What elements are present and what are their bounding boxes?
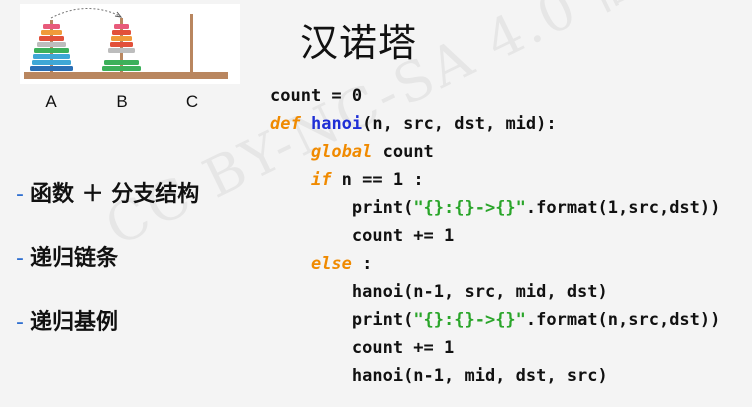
code-line: count += 1 <box>270 336 454 364</box>
code-text: hanoi(n-1, mid, dst, src) <box>351 366 608 386</box>
peg-a-disk <box>41 30 62 35</box>
code-line: print("{}:{}->{}".format(1,src,dst)) <box>270 196 720 224</box>
peg-b-disk <box>112 30 131 35</box>
code-text: hanoi(n-1, src, mid, dst) <box>351 282 608 302</box>
code-text: : <box>351 254 373 274</box>
bullet-dash: - <box>16 246 24 271</box>
bullet-dash: - <box>16 310 24 335</box>
keyword-global: global <box>310 142 373 162</box>
peg-a-disk <box>37 42 66 47</box>
keyword-else: else <box>310 254 352 274</box>
keyword-def: def <box>270 114 301 134</box>
code-line: if n == 1 : <box>270 168 424 196</box>
code-text: .format(1,src,dst)) <box>525 198 721 218</box>
code-text: count <box>372 142 434 162</box>
code-line: def hanoi(n, src, dst, mid): <box>270 112 557 140</box>
slide-title: 汉诺塔 <box>300 21 418 65</box>
code-line: count = 0 <box>270 84 362 112</box>
code-line: hanoi(n-1, mid, dst, src) <box>270 364 608 392</box>
function-name: hanoi <box>310 114 363 134</box>
code-text: n == 1 : <box>331 170 424 190</box>
peg-a-disk <box>33 54 70 59</box>
code-line: else : <box>270 252 372 280</box>
peg-a-disk <box>43 24 60 29</box>
topic-item: - 递归链条 <box>16 240 118 272</box>
keyword-if: if <box>310 170 332 190</box>
peg-b-disk <box>114 24 129 29</box>
peg-a-disk <box>30 66 73 71</box>
code-line: print("{}:{}->{}".format(n,src,dst)) <box>270 308 720 336</box>
code-line: count += 1 <box>270 224 454 252</box>
topic-text: 递归基例 <box>29 310 118 335</box>
peg-b-disk <box>111 36 132 41</box>
topic-item: - 函数 ＋ 分支结构 <box>16 176 199 208</box>
peg-a-disk <box>39 36 64 41</box>
peg-a-disk <box>32 60 71 65</box>
topic-text: 递归链条 <box>29 246 118 271</box>
tower-of-hanoi-figure: A B C <box>20 4 240 114</box>
code-text: print( <box>351 310 414 330</box>
peg-c <box>190 14 193 72</box>
code-text: count += 1 <box>351 338 455 358</box>
topic-text: 函数 ＋ 分支结构 <box>29 182 200 207</box>
peg-label-a: A <box>45 92 57 111</box>
code-text: (n, src, dst, mid): <box>362 114 557 134</box>
bullet-dash: - <box>16 182 24 207</box>
code-text: count = 0 <box>270 86 363 106</box>
peg-b-disk <box>102 66 141 71</box>
hanoi-base <box>24 72 228 79</box>
peg-label-c: C <box>185 92 199 111</box>
peg-b-disk <box>104 60 139 65</box>
slide: A B C 汉诺塔 CC BY-NC-SA 4.0 嵩天 - 函数 ＋ 分支结构 … <box>0 0 752 407</box>
peg-a-disk <box>34 48 69 53</box>
peg-b-disk <box>110 42 133 47</box>
peg-label-b: B <box>116 92 128 111</box>
string-literal: "{}:{}->{}" <box>413 198 526 218</box>
code-text: count += 1 <box>351 226 455 246</box>
code-line: global count <box>270 140 434 168</box>
peg-b-disk <box>108 48 135 53</box>
string-literal: "{}:{}->{}" <box>413 310 526 330</box>
code-text: .format(n,src,dst)) <box>525 310 721 330</box>
code-text: print( <box>351 198 414 218</box>
topic-item: - 递归基例 <box>16 304 118 336</box>
hanoi-drawing <box>20 4 240 84</box>
code-line: hanoi(n-1, src, mid, dst) <box>270 280 608 308</box>
